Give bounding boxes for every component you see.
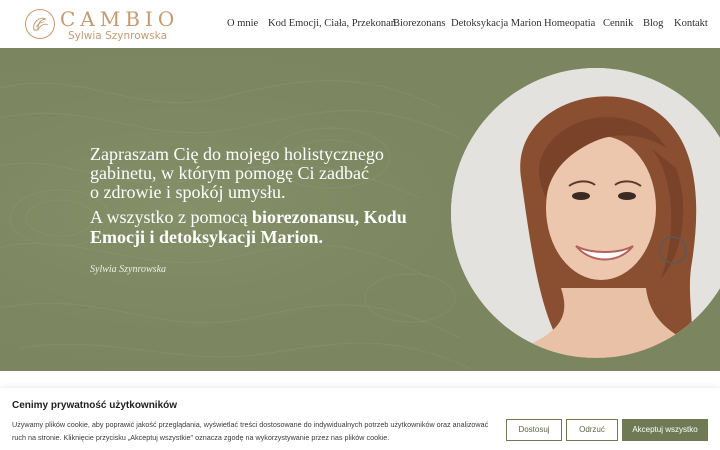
accept-all-button[interactable]: Akceptuj wszystko: [622, 419, 708, 441]
main-nav: O mnie Kod Emocji, Ciała, Przekonań Bior…: [0, 17, 720, 31]
hero-section: Zapraszam Cię do mojego holistycznego ga…: [0, 48, 720, 371]
tagline-lead: A wszystko z pomocą: [90, 207, 252, 227]
tagline-bold-2: Emocji i detoksykacji Marion.: [90, 227, 323, 247]
cookie-text: Używamy plików cookie, aby poprawić jako…: [12, 420, 489, 442]
tagline-bold-1: biorezonansu, Kodu: [251, 207, 407, 227]
cookie-title: Cenimy prywatność użytkowników: [12, 400, 178, 411]
site-header: CAMBIO Sylwia Szynrowska O mnie Kod Emoc…: [0, 0, 720, 48]
hero-tagline: A wszystko z pomocą biorezonansu, Kodu E…: [90, 207, 410, 247]
hero-intro-text: Zapraszam Cię do mojego holistycznego ga…: [90, 145, 390, 202]
nav-item-biorezonans[interactable]: Biorezonans: [393, 17, 446, 31]
nav-item-kod-emocji[interactable]: Kod Emocji, Ciała, Przekonań: [268, 17, 396, 31]
nav-item-blog[interactable]: Blog: [643, 17, 663, 31]
tagline-line-2: Emocji i detoksykacji Marion.: [90, 227, 410, 247]
nav-item-cennik[interactable]: Cennik: [603, 17, 633, 31]
tagline-line-1: A wszystko z pomocą biorezonansu, Kodu: [90, 207, 410, 227]
nav-item-kontakt[interactable]: Kontakt: [674, 17, 708, 31]
intro-line: o zdrowie i spokój umysłu.: [90, 182, 286, 202]
customize-button[interactable]: Dostosuj: [506, 419, 562, 441]
cookie-banner: Cenimy prywatność użytkowników Używamy p…: [0, 388, 720, 450]
nav-item-homeopatia[interactable]: Homeopatia: [544, 17, 595, 31]
brand-subtitle: Sylwia Szynrowska: [68, 30, 168, 42]
hero-signature: Sylwia Szynrowska: [90, 264, 167, 275]
intro-line: Zapraszam Cię do mojego holistycznego: [90, 144, 384, 164]
nav-item-o-mnie[interactable]: O mnie: [227, 17, 258, 31]
reject-button[interactable]: Odrzuć: [566, 419, 618, 441]
intro-line: gabinetu, w którym pomogę Ci zadbać: [90, 163, 369, 183]
nav-item-detoksykacja-marion[interactable]: Detoksykacja Marion: [451, 17, 542, 31]
